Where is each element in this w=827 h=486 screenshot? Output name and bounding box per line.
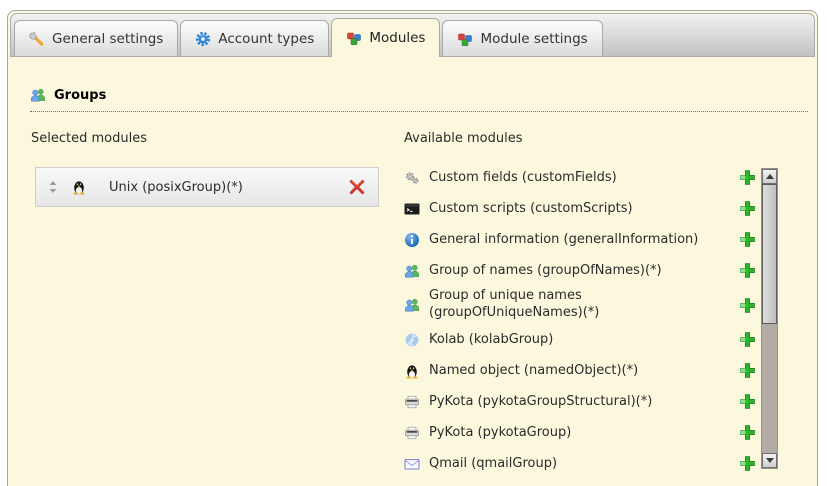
selected-modules-list: Unix (posixGroup)(*) (35, 167, 379, 207)
available-module-label: PyKota (pykotaGroup) (429, 425, 571, 440)
printer-icon (404, 394, 420, 410)
available-module-label: Group of names (groupOfNames)(*) (429, 263, 662, 278)
add-plus-icon[interactable] (739, 362, 756, 379)
add-plus-icon[interactable] (739, 169, 756, 186)
available-module-row: Named object (namedObject)(*) (404, 355, 756, 386)
delete-x-icon[interactable] (348, 178, 366, 196)
available-module-row: Custom fields (customFields) (404, 162, 756, 193)
available-module-label: Qmail (qmailGroup) (429, 456, 557, 471)
section-header-groups: Groups (30, 87, 808, 112)
arrow-up-icon (766, 174, 774, 179)
available-module-label: Named object (namedObject)(*) (429, 363, 638, 378)
tux-icon (71, 179, 87, 195)
available-module-row: General information (generalInformation) (404, 224, 756, 255)
tab-label: Account types (218, 31, 314, 47)
available-module-label: General information (generalInformation) (429, 232, 698, 247)
available-module-label: Group of unique names (groupOfUniqueName… (429, 288, 644, 322)
available-modules-heading: Available modules (404, 131, 522, 146)
settings-panel: General settings Account types Modules M… (7, 10, 818, 486)
available-module-label: PyKota (pykotaGroupStructural)(*) (429, 394, 652, 409)
available-module-row: Group of names (groupOfNames)(*) (404, 255, 756, 286)
printer-icon (404, 425, 420, 441)
selected-modules-heading: Selected modules (31, 131, 147, 146)
add-plus-icon[interactable] (739, 231, 756, 248)
tab-label: General settings (52, 31, 163, 47)
add-plus-icon[interactable] (739, 200, 756, 217)
available-modules-list: Custom fields (customFields) Custom scri… (404, 162, 756, 479)
add-plus-icon[interactable] (739, 262, 756, 279)
gears-icon (404, 170, 420, 186)
scrollbar-thumb[interactable] (762, 184, 777, 324)
wrench-icon (29, 31, 45, 47)
section-title: Groups (54, 88, 106, 103)
available-module-row: PyKota (pykotaGroupStructural)(*) (404, 386, 756, 417)
tab-general-settings[interactable]: General settings (14, 20, 178, 56)
account-gear-icon (195, 31, 211, 47)
selected-module-label: Unix (posixGroup)(*) (109, 180, 243, 195)
selected-module-row[interactable]: Unix (posixGroup)(*) (35, 167, 379, 207)
tab-label: Module settings (480, 31, 587, 47)
available-module-label: Custom scripts (customScripts) (429, 201, 633, 216)
tux-icon (404, 363, 420, 379)
drag-handle-icon[interactable] (48, 180, 58, 194)
scroll-up-button[interactable] (762, 169, 777, 184)
tab-module-settings[interactable]: Module settings (442, 20, 602, 56)
tab-label: Modules (369, 30, 425, 46)
available-module-row: PyKota (pykotaGroup) (404, 417, 756, 448)
add-plus-icon[interactable] (739, 455, 756, 472)
add-plus-icon[interactable] (739, 424, 756, 441)
add-plus-icon[interactable] (739, 393, 756, 410)
available-module-row: Kolab (kolabGroup) (404, 324, 756, 355)
lam-configuration-page: General settings Account types Modules M… (0, 0, 827, 486)
groups-icon (404, 263, 420, 279)
tab-account-types[interactable]: Account types (180, 20, 329, 56)
tab-bar: General settings Account types Modules M… (10, 13, 815, 57)
modules-blocks-icon (346, 30, 362, 46)
available-module-label: Kolab (kolabGroup) (429, 332, 553, 347)
arrow-down-icon (766, 458, 774, 463)
add-plus-icon[interactable] (739, 331, 756, 348)
available-module-row: Custom scripts (customScripts) (404, 193, 756, 224)
groups-icon (30, 87, 46, 103)
scroll-down-button[interactable] (762, 453, 777, 468)
modules-blocks-icon (457, 31, 473, 47)
terminal-icon (404, 201, 420, 217)
available-module-label: Custom fields (customFields) (429, 170, 617, 185)
info-icon (404, 232, 420, 248)
tab-modules[interactable]: Modules (331, 18, 440, 57)
available-module-row: Qmail (qmailGroup) (404, 448, 756, 479)
groups-icon (404, 297, 420, 313)
envelope-icon (404, 456, 420, 472)
add-plus-icon[interactable] (739, 297, 756, 314)
available-module-row: Group of unique names (groupOfUniqueName… (404, 286, 756, 324)
available-modules-scrollbar[interactable] (761, 168, 778, 469)
kolab-icon (404, 332, 420, 348)
